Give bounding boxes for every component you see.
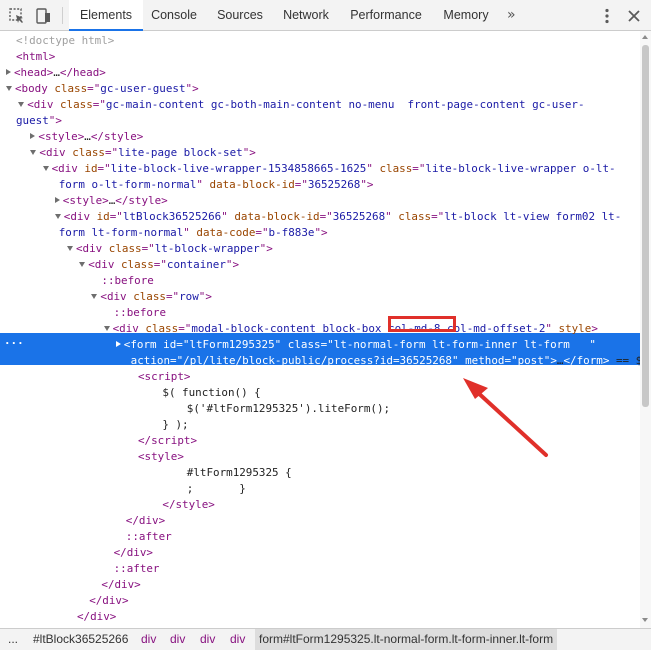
tree-node[interactable]: <html> xyxy=(16,49,55,65)
expand-down-icon[interactable] xyxy=(91,293,98,299)
tree-node[interactable]: </script> xyxy=(138,433,197,449)
tree-node[interactable]: <div class="modal-block-content block-bo… xyxy=(103,321,598,337)
tree-node[interactable]: <div id="ltBlock36525266" data-block-id=… xyxy=(54,209,621,225)
expand-down-icon[interactable] xyxy=(79,261,86,267)
kebab-menu-icon[interactable] xyxy=(600,6,614,26)
tree-node[interactable]: <head>…</head> xyxy=(6,65,106,81)
breadcrumb: ... #ltBlock36525266 div div div div for… xyxy=(0,628,651,650)
tab-sources[interactable]: Sources xyxy=(210,0,270,31)
tree-node[interactable]: <div class="lt-block-wrapper"> xyxy=(67,241,273,257)
tree-node[interactable]: <div class="lite-page block-set"> xyxy=(30,145,256,161)
expand-right-icon[interactable] xyxy=(6,69,11,75)
breadcrumb-item[interactable]: #ltBlock36525266 xyxy=(33,629,128,650)
tree-node[interactable]: <div class="gc-main-content gc-both-main… xyxy=(18,97,585,113)
expand-down-icon[interactable] xyxy=(18,101,25,107)
tree-node[interactable]: <body class="gc-user-guest"> xyxy=(6,81,199,97)
expand-down-icon[interactable] xyxy=(103,325,110,331)
tab-memory[interactable]: Memory xyxy=(436,0,496,31)
more-tabs-icon[interactable]: » xyxy=(507,0,516,31)
scroll-up-icon[interactable] xyxy=(642,35,648,39)
tree-node[interactable]: </div> xyxy=(89,593,128,609)
tree-node[interactable]: </div> xyxy=(114,545,153,561)
tree-node[interactable]: $('#ltForm1295325').liteForm(); xyxy=(187,401,390,417)
close-icon[interactable] xyxy=(624,6,644,26)
tree-node[interactable]: </div> xyxy=(126,513,165,529)
expand-down-icon[interactable] xyxy=(6,85,12,91)
expand-right-icon[interactable] xyxy=(115,341,121,347)
tab-network[interactable]: Network xyxy=(276,0,336,31)
inspect-icon[interactable] xyxy=(7,6,27,26)
tree-node[interactable]: ::after xyxy=(126,529,172,545)
device-toggle-icon[interactable] xyxy=(33,6,53,26)
tree-node[interactable]: <style> xyxy=(138,449,184,465)
tree-node[interactable]: #ltForm1295325 { xyxy=(187,465,292,481)
breadcrumb-dots[interactable]: ... xyxy=(8,629,18,650)
expand-down-icon[interactable] xyxy=(54,213,61,219)
elements-dom-tree[interactable]: ... <!doctype html> <html> <head>…</head> <… xyxy=(0,31,640,628)
tree-node[interactable]: <div id="lite-block-live-wrapper-1534858… xyxy=(42,161,616,177)
breadcrumb-current[interactable]: form#ltForm1295325.lt-normal-form.lt-for… xyxy=(255,629,558,650)
tree-node[interactable]: ::before xyxy=(101,273,153,289)
tree-node-selected[interactable]: action="/pl/lite/block-public/process?id… xyxy=(131,353,640,369)
breadcrumb-item[interactable]: div xyxy=(200,629,215,650)
toolbar-separator xyxy=(62,7,63,24)
tree-node[interactable]: <div class="container"> xyxy=(79,257,239,273)
tree-node-selected[interactable]: <form id="ltForm1295325" class="lt-norma… xyxy=(115,337,596,353)
tree-node[interactable]: <style>…</style> xyxy=(30,129,143,145)
tree-node[interactable]: } ); xyxy=(162,417,188,433)
tree-node[interactable]: <div class="row"> xyxy=(91,289,212,305)
tab-console[interactable]: Console xyxy=(145,0,203,31)
expand-down-icon[interactable] xyxy=(67,245,73,251)
tree-node[interactable]: <!doctype html> xyxy=(16,33,114,49)
tree-node[interactable]: <style>…</style> xyxy=(54,193,168,209)
expand-down-icon[interactable] xyxy=(30,149,37,155)
breadcrumb-item[interactable]: div xyxy=(170,629,185,650)
expand-down-icon[interactable] xyxy=(42,165,49,171)
tree-node[interactable]: </div> xyxy=(77,609,116,625)
tree-node[interactable]: form lt-form-normal" data-code="b-f883e"… xyxy=(59,225,328,241)
tree-node[interactable]: form o-lt-form-normal" data-block-id="36… xyxy=(59,177,374,193)
tree-node[interactable]: </div> xyxy=(101,577,140,593)
devtools-toolbar: Elements Console Sources Network Perform… xyxy=(0,0,651,31)
tree-node[interactable]: $( function() { xyxy=(162,385,260,401)
tree-node[interactable]: guest"> xyxy=(16,113,62,129)
breadcrumb-item[interactable]: div xyxy=(230,629,245,650)
expand-right-icon[interactable] xyxy=(30,133,36,139)
highlight-box xyxy=(388,316,456,332)
tree-node[interactable]: ::before xyxy=(114,305,166,321)
expand-right-icon[interactable] xyxy=(54,197,60,203)
tree-node[interactable]: ::after xyxy=(114,561,160,577)
tab-performance[interactable]: Performance xyxy=(344,0,428,31)
scrollbar-thumb[interactable] xyxy=(642,45,649,407)
scroll-down-icon[interactable] xyxy=(642,618,648,622)
tree-node[interactable]: </style> xyxy=(162,497,214,513)
tree-node[interactable]: ; } xyxy=(187,481,246,497)
node-actions-dots[interactable]: ... xyxy=(4,333,24,349)
tree-node[interactable]: <script> xyxy=(138,369,190,385)
vertical-scrollbar[interactable] xyxy=(640,31,651,628)
tab-elements[interactable]: Elements xyxy=(69,0,143,31)
breadcrumb-item[interactable]: div xyxy=(141,629,156,650)
